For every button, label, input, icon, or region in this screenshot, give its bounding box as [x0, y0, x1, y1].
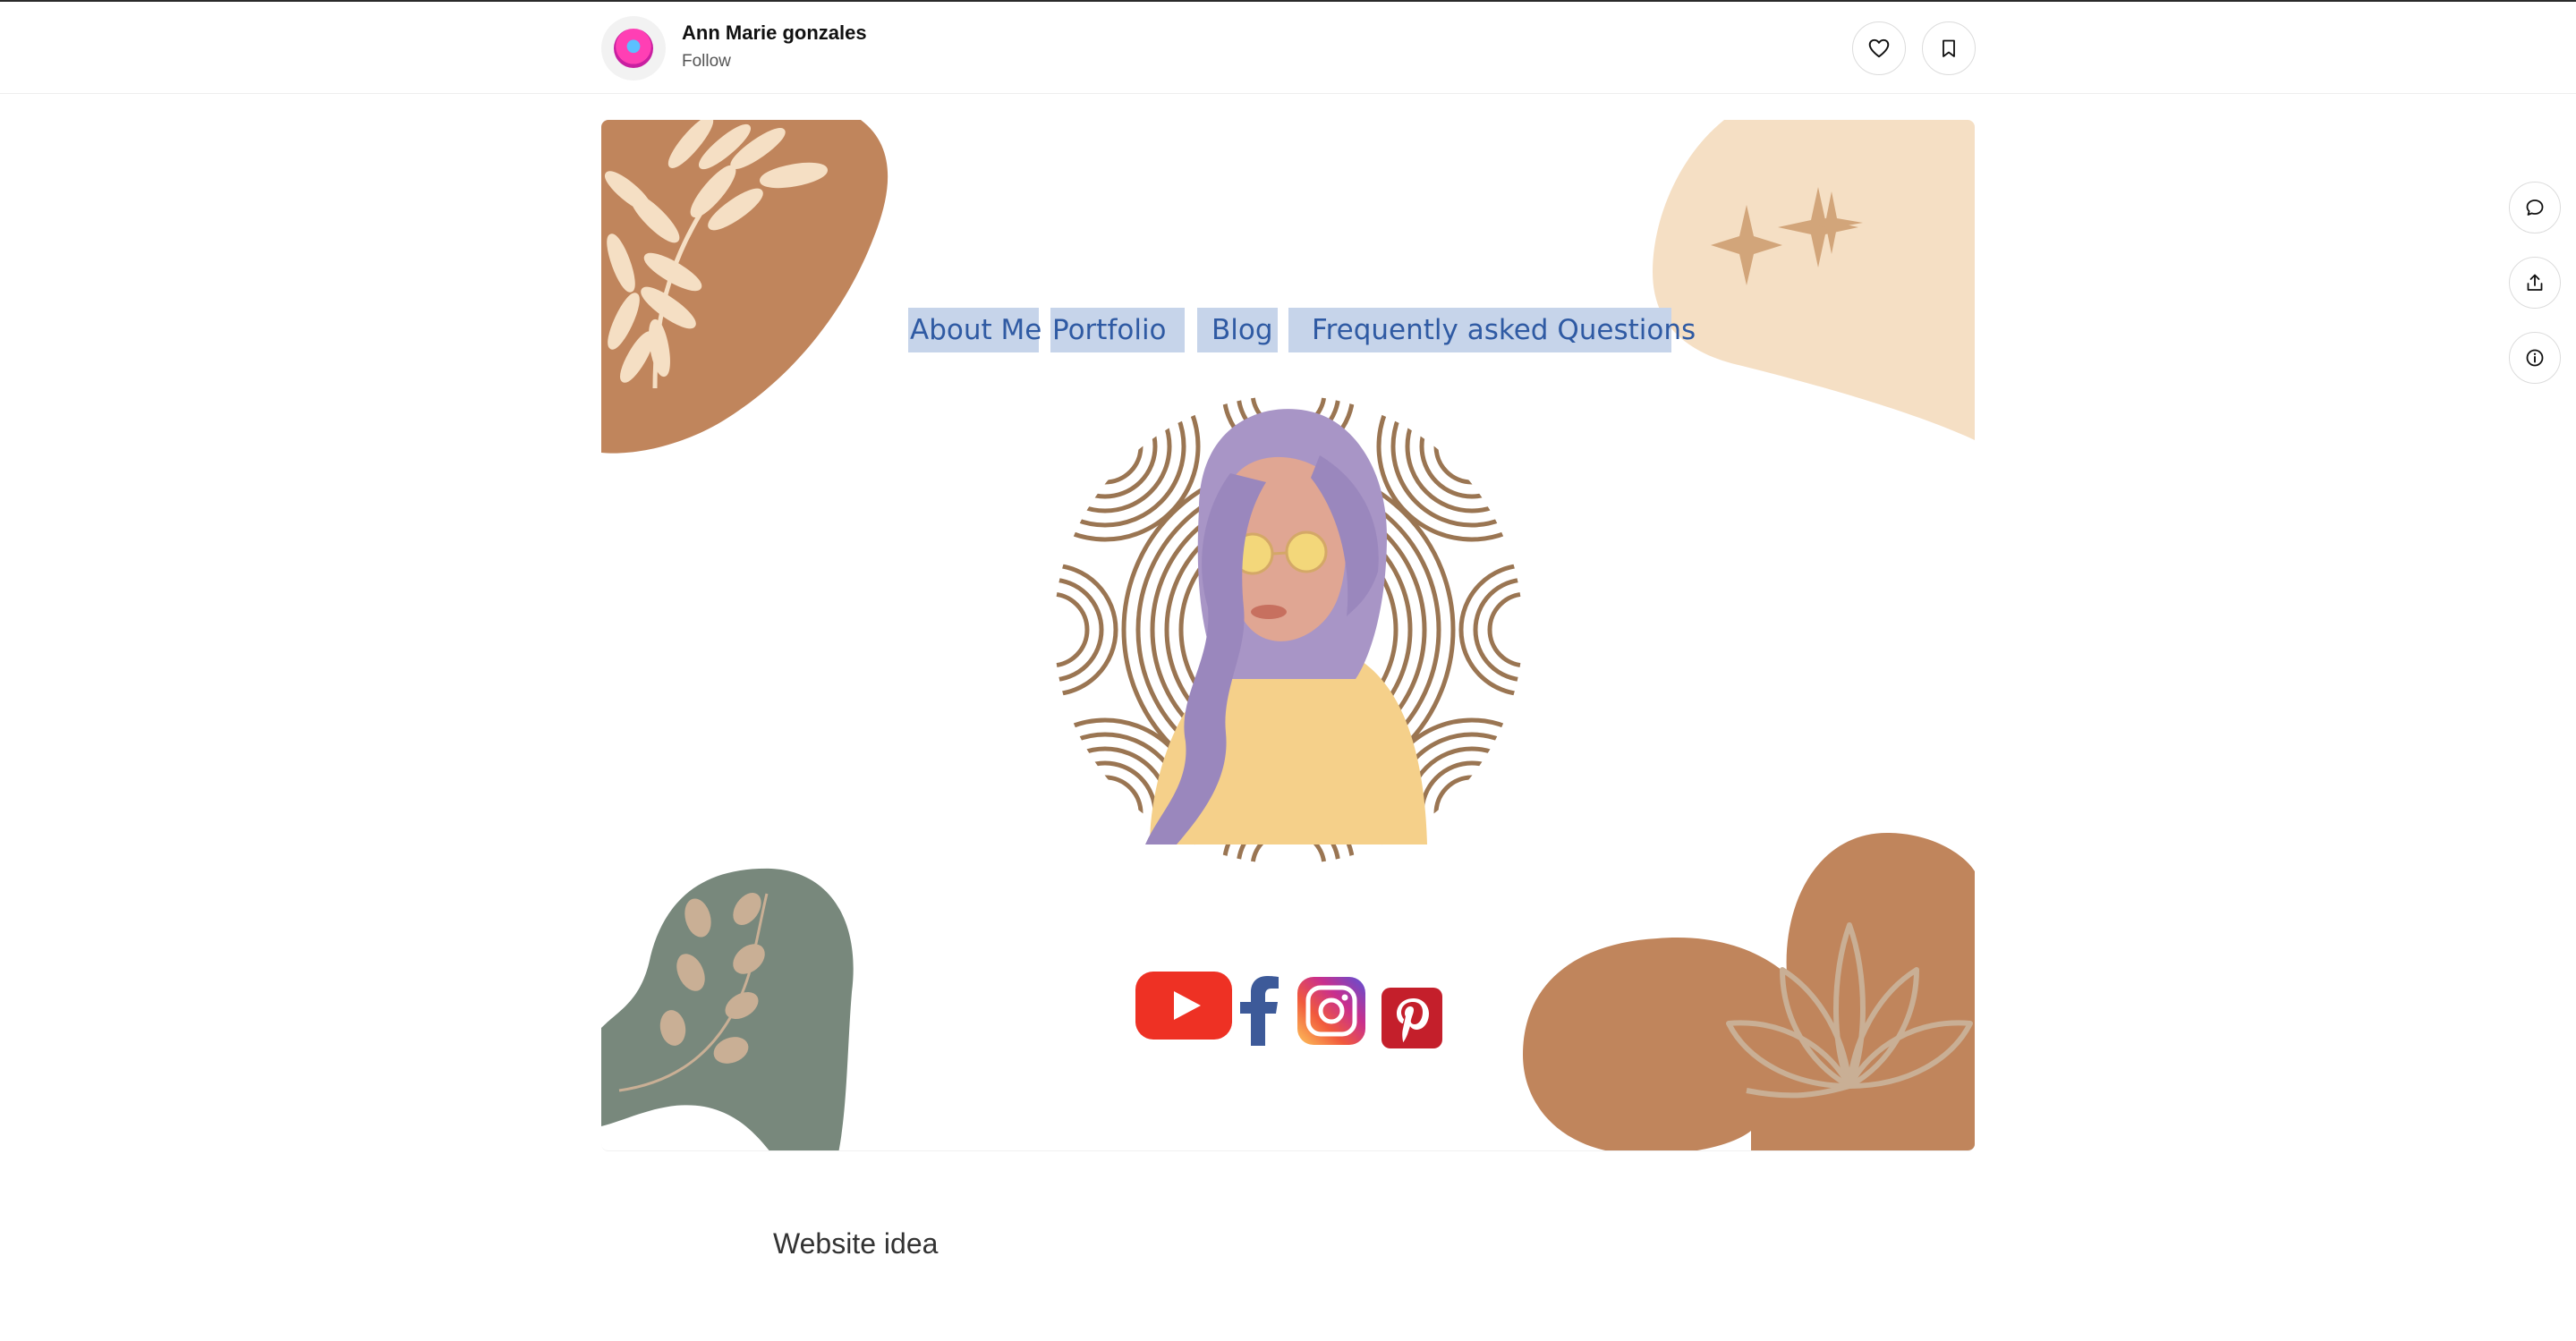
post-header: Ann Marie gonzales Follow [0, 2, 2576, 94]
pinterest-icon[interactable] [1382, 988, 1442, 1048]
nav-about-me[interactable]: About Me [908, 308, 1041, 352]
bookmark-icon [1943, 39, 1955, 57]
leaf-decoration-icon [601, 120, 888, 454]
info-button[interactable] [2509, 332, 2561, 384]
nav-blog[interactable]: Blog [1197, 308, 1278, 352]
heart-icon [1868, 38, 1890, 58]
author-name[interactable]: Ann Marie gonzales [682, 21, 867, 45]
comment-button[interactable] [2509, 182, 2561, 233]
follow-link[interactable]: Follow [682, 52, 731, 72]
sprig-decoration-icon [601, 868, 854, 1150]
youtube-icon[interactable] [1135, 970, 1233, 1041]
post-caption: Website idea [773, 1227, 939, 1260]
share-icon [2527, 274, 2543, 291]
design-canvas: About Me Portfolio Blog Frequently asked… [601, 120, 1975, 1151]
lotus-decoration-icon [1523, 832, 1975, 1150]
site-nav: About Me Portfolio Blog Frequently asked… [601, 308, 1975, 352]
share-button[interactable] [2509, 257, 2561, 309]
save-button[interactable] [1922, 21, 1976, 75]
like-button[interactable] [1852, 21, 1906, 75]
info-icon [2526, 349, 2544, 367]
nav-portfolio[interactable]: Portfolio [1050, 308, 1185, 352]
comment-icon [2526, 199, 2544, 216]
profile-avatar-icon[interactable] [601, 16, 666, 81]
facebook-icon[interactable] [1238, 974, 1281, 1046]
nav-faq[interactable]: Frequently asked Questions [1288, 308, 1696, 352]
sparkle-decoration-icon [1653, 120, 1975, 440]
portrait-illustration [1054, 395, 1523, 864]
instagram-icon[interactable] [1297, 977, 1365, 1045]
